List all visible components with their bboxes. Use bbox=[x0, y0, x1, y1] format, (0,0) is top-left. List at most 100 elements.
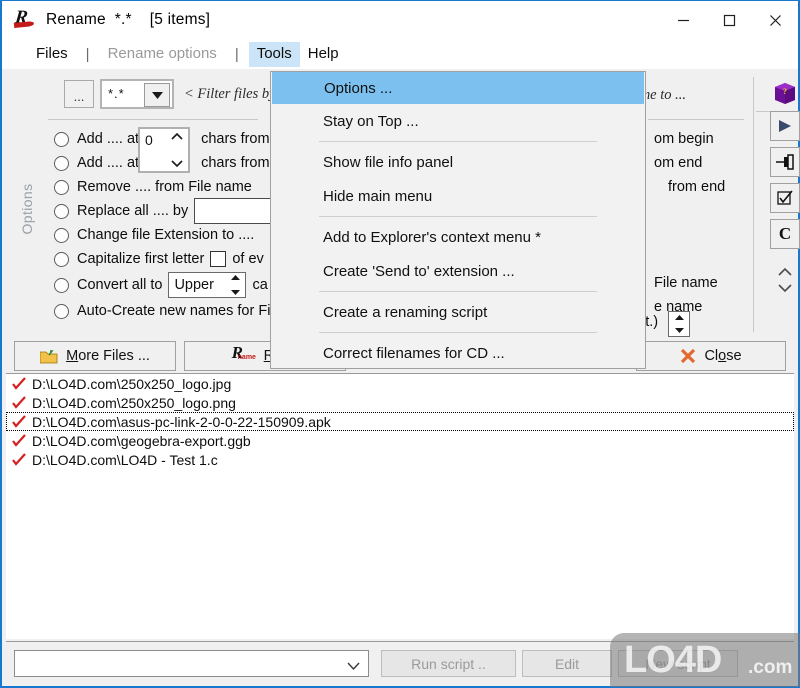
edit-button[interactable]: Edit bbox=[522, 650, 612, 677]
right-label-blank-3 bbox=[654, 247, 725, 271]
chars-spinner[interactable]: 0 bbox=[138, 127, 190, 173]
tools-column: ? C bbox=[768, 77, 800, 293]
run-script-button[interactable]: Run script .. bbox=[381, 650, 516, 677]
nav-arrows bbox=[777, 267, 793, 293]
menu-option-stay-on-top[interactable]: Stay on Top ... bbox=[271, 104, 645, 138]
radio-add-end[interactable] bbox=[54, 156, 69, 171]
script-combo[interactable] bbox=[14, 650, 369, 677]
menu-option-show-file-info-panel[interactable]: Show file info panel bbox=[271, 145, 645, 179]
file-list[interactable]: D:\LO4D.com\250x250_logo.jpg D:\LO4D.com… bbox=[6, 373, 794, 639]
checkbox-every-word[interactable] bbox=[210, 251, 226, 267]
menu-option-options[interactable]: Options ... bbox=[272, 72, 644, 104]
menu-option-correct-filenames-for-cd[interactable]: Correct filenames for CD ... bbox=[271, 336, 645, 370]
radio-add-begin[interactable] bbox=[54, 132, 69, 147]
chevron-down-icon[interactable] bbox=[144, 83, 170, 107]
filter-row: ... *.* < Filter files by... bbox=[64, 79, 286, 109]
option-row-capitalize[interactable]: Capitalize first letter of ev bbox=[54, 247, 296, 271]
menu-option-create-send-to-extension[interactable]: Create 'Send to' extension ... bbox=[271, 254, 645, 288]
case-combo-value: Upper bbox=[169, 277, 214, 293]
window-title: Rename *.* [5 items] bbox=[46, 11, 210, 29]
option-suffix-capitalize: of ev bbox=[232, 250, 263, 268]
maximize-button[interactable] bbox=[706, 1, 752, 39]
option-label-capitalize: Capitalize first letter bbox=[77, 250, 204, 268]
menu-divider-3 bbox=[319, 291, 597, 292]
check-icon bbox=[12, 453, 26, 467]
close-button-main[interactable]: Close bbox=[636, 341, 786, 371]
list-item[interactable]: D:\LO4D.com\250x250_logo.jpg bbox=[6, 374, 794, 393]
options-group-label: Options bbox=[19, 154, 35, 264]
menu-option-hide-main-menu[interactable]: Hide main menu bbox=[271, 179, 645, 213]
divider-right bbox=[648, 119, 744, 120]
title-bar: R Rename *.* [5 items] bbox=[2, 1, 798, 39]
option-row-change-ext[interactable]: Change file Extension to .... bbox=[54, 223, 296, 247]
option-label-convert-case: Convert all to bbox=[77, 276, 162, 294]
right-label-remove-from-end: from end bbox=[654, 175, 725, 199]
more-files-button[interactable]: More Files ... bbox=[14, 341, 176, 371]
menu-item-rename-options[interactable]: Rename options bbox=[100, 42, 225, 67]
book-icon[interactable]: ? bbox=[772, 81, 798, 105]
check-icon bbox=[12, 415, 26, 429]
radio-autocreate[interactable] bbox=[54, 304, 69, 319]
radio-remove[interactable] bbox=[54, 180, 69, 195]
file-path: D:\LO4D.com\250x250_logo.jpg bbox=[32, 376, 231, 392]
list-item[interactable]: D:\LO4D.com\asus-pc-link-2-0-0-22-150909… bbox=[6, 412, 794, 431]
option-label-replace: Replace all .... by bbox=[77, 202, 188, 220]
radio-convert-case[interactable] bbox=[54, 278, 69, 293]
check-icon bbox=[12, 434, 26, 448]
right-label-blank-2 bbox=[654, 223, 725, 247]
menu-separator-1: | bbox=[76, 46, 100, 63]
case-combo[interactable]: Upper bbox=[168, 272, 246, 298]
list-item[interactable]: D:\LO4D.com\250x250_logo.png bbox=[6, 393, 794, 412]
folder-icon bbox=[40, 349, 58, 363]
check-button[interactable] bbox=[770, 183, 800, 213]
option-suffix-convert-case: ca bbox=[252, 276, 267, 294]
radio-capitalize[interactable] bbox=[54, 252, 69, 267]
clear-button[interactable]: C bbox=[770, 219, 800, 249]
option-row-replace[interactable]: Replace all .... by bbox=[54, 199, 296, 223]
divider-left bbox=[48, 119, 258, 120]
filter-combo[interactable]: *.* bbox=[100, 79, 174, 109]
play-button[interactable] bbox=[770, 111, 800, 141]
nav-up-icon bbox=[777, 267, 793, 277]
option-label-remove: Remove .... from File name bbox=[77, 178, 252, 196]
case-combo-arrows[interactable] bbox=[229, 275, 242, 295]
radio-change-ext[interactable] bbox=[54, 228, 69, 243]
chars-spinner-arrows[interactable] bbox=[169, 133, 185, 167]
option-label-autocreate: Auto-Create new names for Fi bbox=[77, 302, 270, 320]
close-mnemonic: o bbox=[718, 348, 726, 364]
browse-button[interactable]: ... bbox=[64, 80, 94, 108]
option-row-remove[interactable]: Remove .... from File name bbox=[54, 175, 296, 199]
option-row-convert-case[interactable]: Convert all to Upper ca bbox=[54, 271, 296, 299]
right-options-labels: om begin om end from end File name e nam… bbox=[654, 127, 725, 319]
check-icon bbox=[12, 396, 26, 410]
minimize-button[interactable] bbox=[660, 1, 706, 39]
list-item[interactable]: D:\LO4D.com\geogebra-export.ggb bbox=[6, 431, 794, 450]
menu-item-files[interactable]: Files bbox=[28, 42, 76, 67]
bottom-bar: Run script .. Edit New script bbox=[6, 641, 794, 684]
menu-item-help[interactable]: Help bbox=[300, 42, 347, 67]
menu-option-create-renaming-script[interactable]: Create a renaming script bbox=[271, 295, 645, 329]
new-script-button[interactable]: New script bbox=[618, 650, 738, 677]
ext-spinner[interactable] bbox=[668, 311, 690, 337]
radio-replace[interactable] bbox=[54, 204, 69, 219]
list-item[interactable]: D:\LO4D.com\LO4D - Test 1.c bbox=[6, 450, 794, 469]
menu-option-add-to-explorer-context-menu[interactable]: Add to Explorer's context menu * bbox=[271, 220, 645, 254]
close-x-icon bbox=[680, 348, 696, 364]
option-row-autocreate[interactable]: Auto-Create new names for Fi bbox=[54, 299, 296, 323]
rename-app-window: R Rename *.* [5 items] Files | Rename op… bbox=[0, 0, 800, 688]
window-controls bbox=[660, 1, 798, 39]
menu-item-tools[interactable]: Tools bbox=[249, 42, 300, 67]
pin-button[interactable] bbox=[770, 147, 800, 177]
right-label-file-name: File name bbox=[654, 271, 725, 295]
right-label-from-end: om end bbox=[654, 151, 725, 175]
chevron-down-icon[interactable] bbox=[347, 657, 360, 675]
divider-vertical-tools bbox=[753, 77, 754, 332]
right-label-blank-1 bbox=[654, 199, 725, 223]
file-path: D:\LO4D.com\geogebra-export.ggb bbox=[32, 433, 251, 449]
tools-dropdown-menu: Options ... Stay on Top ... Show file in… bbox=[270, 71, 646, 369]
close-button[interactable] bbox=[752, 1, 798, 39]
option-label-add-end: Add .... at bbox=[77, 154, 139, 172]
menu-divider-4 bbox=[319, 332, 597, 333]
nav-down-icon bbox=[777, 283, 793, 293]
file-path: D:\LO4D.com\LO4D - Test 1.c bbox=[32, 452, 218, 468]
